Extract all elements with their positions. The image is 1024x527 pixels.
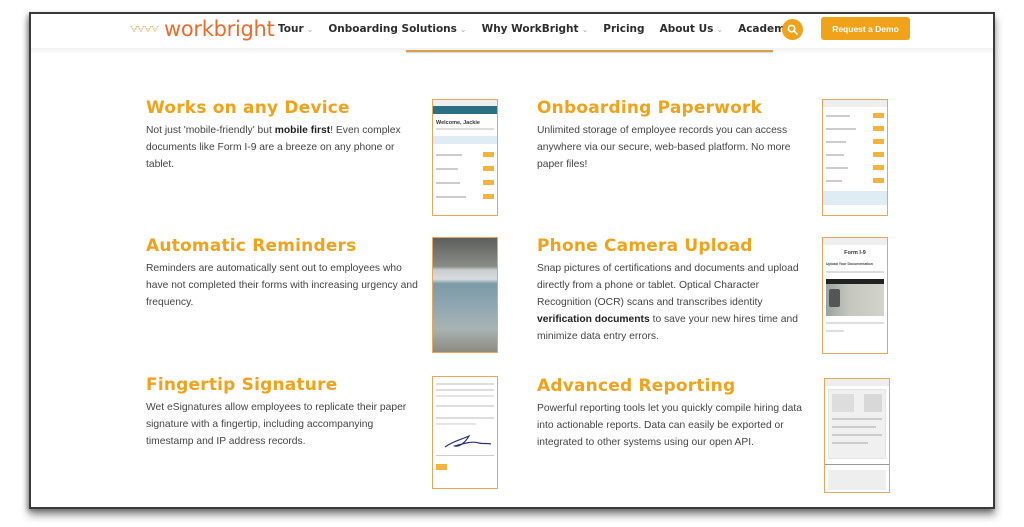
thumb-browser-bar bbox=[823, 238, 887, 245]
feature-description: Powerful reporting tools let you quickly… bbox=[537, 400, 812, 451]
feature-phone-camera-upload: Phone Camera Upload Snap pictures of cer… bbox=[537, 236, 812, 345]
text-part: Reminders are automatically sent out to … bbox=[146, 263, 418, 308]
feature-onboarding-paperwork: Onboarding Paperwork Unlimited storage o… bbox=[537, 98, 812, 173]
logo[interactable]: workbright bbox=[130, 17, 275, 41]
nav-label: Onboarding Solutions bbox=[328, 23, 457, 35]
feature-description: Wet eSignatures allow employees to repli… bbox=[146, 399, 421, 450]
thumb-id-upload: Form I-9 Upload Your Documentation bbox=[822, 237, 888, 354]
thumb-line bbox=[826, 330, 844, 332]
thumb-phone-welcome: Welcome, Jackie bbox=[432, 99, 498, 216]
feature-fingertip-signature: Fingertip Signature Wet eSignatures allo… bbox=[146, 375, 421, 450]
thumb-row bbox=[826, 178, 884, 183]
thumb-row bbox=[436, 194, 494, 199]
logo-chevrons-icon bbox=[130, 25, 159, 33]
feature-title: Advanced Reporting bbox=[537, 376, 736, 396]
nav-item-onboarding-solutions[interactable]: Onboarding Solutions ⌄ bbox=[328, 23, 466, 35]
thumb-signature bbox=[432, 376, 498, 489]
thumb-row bbox=[436, 152, 494, 157]
search-button[interactable] bbox=[782, 19, 803, 40]
thumb-heading: Form I-9 bbox=[844, 250, 866, 256]
section-accent-line bbox=[406, 50, 773, 52]
text-bold: verification documents bbox=[537, 314, 650, 325]
nav-label: Tour bbox=[278, 23, 304, 35]
text-part: Unlimited storage of employee records yo… bbox=[537, 125, 791, 170]
chevron-down-icon: ⌄ bbox=[306, 24, 314, 34]
feature-description: Unlimited storage of employee records yo… bbox=[537, 122, 812, 173]
text-part: Powerful reporting tools let you quickly… bbox=[537, 403, 802, 448]
thumb-lock-screen-photo bbox=[432, 237, 498, 353]
signature-scribble-icon bbox=[444, 434, 492, 448]
nav-item-about-us[interactable]: About Us ⌄ bbox=[660, 23, 724, 35]
feature-title: Phone Camera Upload bbox=[537, 236, 753, 256]
thumb-document-list bbox=[822, 99, 888, 216]
nav-item-tour[interactable]: Tour ⌄ bbox=[278, 23, 313, 35]
feature-title: Automatic Reminders bbox=[146, 236, 357, 256]
thumb-row bbox=[436, 180, 494, 185]
text-part: Snap pictures of certifications and docu… bbox=[537, 263, 799, 308]
thumb-line bbox=[436, 389, 494, 391]
chevron-down-icon: ⌄ bbox=[716, 24, 724, 34]
thumb-report bbox=[824, 378, 890, 493]
feature-description: Not just 'mobile-friendly' but mobile fi… bbox=[146, 122, 421, 173]
chevron-down-icon: ⌄ bbox=[459, 24, 467, 34]
text-part: Not just 'mobile-friendly' but bbox=[146, 125, 275, 136]
feature-description: Snap pictures of certifications and docu… bbox=[537, 260, 812, 345]
thumb-line bbox=[436, 423, 476, 425]
feature-advanced-reporting: Advanced Reporting Powerful reporting to… bbox=[537, 376, 812, 451]
thumb-row bbox=[826, 152, 884, 157]
feature-works-on-any-device: Works on any Device Not just 'mobile-fri… bbox=[146, 98, 421, 173]
thumb-heading: Welcome, Jackie bbox=[436, 120, 480, 126]
nav-item-why-workbright[interactable]: Why WorkBright ⌄ bbox=[482, 23, 589, 35]
thumb-footer bbox=[823, 191, 887, 205]
thumb-app-bar bbox=[433, 106, 497, 114]
thumb-line bbox=[826, 271, 884, 273]
thumb-id-card bbox=[826, 284, 884, 316]
browser-screenshot-frame: workbright Tour ⌄ Onboarding Solutions ⌄ W… bbox=[29, 12, 995, 509]
site-header: workbright Tour ⌄ Onboarding Solutions ⌄ W… bbox=[31, 14, 993, 48]
search-icon bbox=[787, 24, 798, 35]
thumb-section bbox=[433, 136, 497, 144]
thumb-divider bbox=[825, 464, 889, 465]
thumb-browser-bar bbox=[823, 100, 887, 107]
thumb-subheading: Upload Your Documentation bbox=[826, 262, 873, 266]
nav-label: About Us bbox=[659, 23, 714, 35]
thumb-row bbox=[826, 165, 884, 170]
feature-description: Reminders are automatically sent out to … bbox=[146, 260, 421, 311]
nav-label: Pricing bbox=[603, 23, 645, 35]
thumb-button bbox=[436, 464, 447, 470]
thumb-line bbox=[436, 128, 494, 130]
thumb-line bbox=[436, 405, 494, 407]
thumb-line bbox=[436, 455, 494, 456]
thumb-row bbox=[826, 139, 884, 144]
logo-text: workbright bbox=[164, 17, 275, 41]
thumb-line bbox=[436, 395, 494, 397]
thumb-row bbox=[436, 166, 494, 171]
chevron-down-icon: ⌄ bbox=[581, 24, 589, 34]
feature-title: Works on any Device bbox=[146, 98, 350, 118]
thumb-line bbox=[436, 383, 494, 385]
thumb-line bbox=[436, 417, 494, 419]
thumb-line bbox=[826, 322, 884, 324]
feature-title: Fingertip Signature bbox=[146, 375, 338, 395]
nav-label: Why WorkBright bbox=[481, 23, 579, 35]
text-part: Wet eSignatures allow employees to repli… bbox=[146, 402, 407, 447]
thumb-row bbox=[826, 113, 884, 118]
thumb-row bbox=[826, 126, 884, 131]
thumb-browser-bar bbox=[825, 379, 889, 386]
nav-item-pricing[interactable]: Pricing bbox=[603, 23, 644, 35]
main-nav: Tour ⌄ Onboarding Solutions ⌄ Why WorkBrig… bbox=[278, 23, 817, 35]
request-demo-button[interactable]: Request a Demo bbox=[821, 17, 910, 40]
thumb-report-page bbox=[828, 389, 886, 459]
feature-automatic-reminders: Automatic Reminders Reminders are automa… bbox=[146, 236, 421, 311]
feature-title: Onboarding Paperwork bbox=[537, 98, 763, 118]
thumb-report-footer bbox=[828, 470, 886, 490]
text-bold: mobile first bbox=[274, 125, 331, 136]
